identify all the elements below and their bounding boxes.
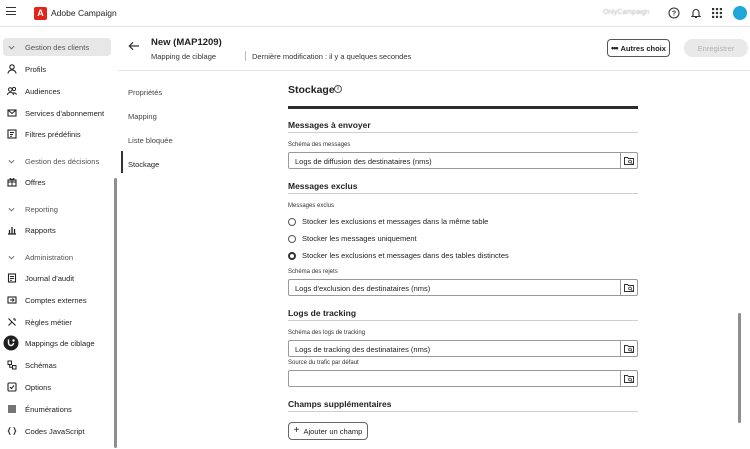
folder-picker-icon[interactable] — [620, 341, 637, 356]
sidebar-item-audiences[interactable]: Audiences — [0, 82, 114, 100]
external-accounts-icon — [7, 296, 17, 304]
chevron-down-icon — [8, 255, 15, 259]
notification-bell-icon[interactable] — [690, 7, 702, 19]
report-icon — [8, 227, 16, 235]
sidebar-item-business-rules[interactable]: Règles métier — [0, 313, 114, 331]
traffic-source-label: Source du trafic par défaut — [288, 360, 359, 366]
enumeration-icon — [8, 405, 16, 413]
page-type: Mapping de ciblage — [151, 52, 217, 61]
section-tracking-logs: Logs de tracking — [288, 308, 357, 318]
profile-icon — [7, 64, 17, 74]
add-field-button[interactable]: + Ajouter un champ — [288, 422, 368, 440]
rules-icon — [8, 318, 16, 326]
sidebar-item-reports[interactable]: Rapports — [0, 221, 114, 239]
chevron-down-icon — [8, 207, 15, 211]
apps-grid-icon[interactable] — [711, 7, 723, 19]
top-bar: A Adobe Campaign OnlyCampaign ? — [0, 0, 750, 27]
header-divider — [245, 51, 246, 61]
last-modified: Dernière modification : il y a quelques … — [252, 52, 412, 61]
section-divider — [288, 132, 638, 133]
active-tab-indicator — [121, 151, 123, 173]
targeting-icon — [3, 335, 19, 351]
message-schema-label: Schéma des messages — [288, 142, 351, 148]
audience-icon — [7, 86, 17, 96]
section-divider — [288, 411, 638, 412]
help-icon[interactable]: ? — [668, 7, 680, 19]
more-icon: ••• — [611, 43, 619, 53]
svg-text:?: ? — [672, 11, 676, 18]
tab-blocklist[interactable]: Liste bloquée — [128, 136, 173, 145]
sidebar-item-predefined-filters[interactable]: Filtres prédéfinis — [0, 125, 114, 143]
radio-same-table[interactable]: Stocker les exclusions et messages dans … — [288, 217, 488, 226]
menu-icon[interactable] — [6, 7, 16, 17]
chevron-down-icon — [8, 45, 15, 49]
options-icon — [7, 382, 17, 392]
schema-icon — [7, 360, 17, 370]
traffic-source-field[interactable] — [288, 370, 638, 387]
section-divider — [288, 320, 638, 321]
tracking-schema-field[interactable]: Logs de tracking des destinataires (nms) — [288, 340, 638, 357]
sidebar-item-options[interactable]: Options — [0, 378, 114, 396]
section-excluded-messages: Messages exclus — [288, 181, 358, 191]
message-schema-field[interactable]: Logs de diffusion des destinataires (nms… — [288, 152, 638, 169]
rejects-schema-label: Schéma des rejets — [288, 269, 338, 275]
sidebar-item-subscription-services[interactable]: Services d'abonnement — [0, 104, 114, 122]
more-options-button[interactable]: ••• Autres choix — [607, 39, 670, 57]
avatar[interactable] — [733, 6, 747, 20]
info-icon[interactable]: i — [334, 85, 342, 93]
header-divider-line — [118, 70, 750, 71]
sidebar-group-administration[interactable]: Administration — [0, 248, 114, 266]
radio-messages-only[interactable]: Stocker les messages uniquement — [288, 234, 417, 243]
radio-separate-tables[interactable]: Stocker les exclusions et messages dans … — [288, 251, 509, 260]
folder-picker-icon[interactable] — [620, 371, 637, 386]
sidebar-item-enumerations[interactable]: Énumérations — [0, 400, 114, 418]
org-switcher[interactable]: OnlyCampaign — [603, 9, 649, 16]
section-additional-fields: Champs supplémentaires — [288, 399, 392, 409]
page-title: New (MAP1209) — [151, 37, 222, 48]
tab-properties[interactable]: Propriétés — [128, 88, 162, 97]
audit-icon — [7, 273, 17, 283]
folder-picker-icon[interactable] — [620, 280, 637, 295]
form-title: Stockage — [288, 84, 335, 96]
sidebar-group-reporting[interactable]: Reporting — [0, 200, 114, 218]
sidebar-item-profiles[interactable]: Profils — [0, 60, 114, 78]
section-messages-to-send: Messages à envoyer — [288, 120, 371, 130]
rejects-schema-field[interactable]: Logs d'exclusion des destinataires (nms) — [288, 279, 638, 296]
tab-storage[interactable]: Stockage — [128, 160, 159, 169]
main-scrollbar[interactable] — [738, 313, 741, 423]
tab-mapping[interactable]: Mapping — [128, 112, 157, 121]
sidebar-item-targeting-mappings[interactable]: Mappings de ciblage — [0, 334, 114, 352]
radio-button-selected — [288, 251, 296, 260]
title-underline — [288, 106, 638, 109]
sidebar-item-offers[interactable]: Offres — [0, 173, 114, 191]
sidebar-item-schemas[interactable]: Schémas — [0, 356, 114, 374]
section-divider — [288, 193, 638, 194]
excluded-messages-label: Messages exclus — [288, 203, 335, 209]
offer-icon — [7, 177, 17, 187]
sidebar-group-decision-management[interactable]: Gestion des décisions — [0, 152, 114, 170]
sidebar-item-external-accounts[interactable]: Comptes externes — [0, 291, 114, 309]
filter-icon — [7, 129, 17, 139]
radio-button — [288, 217, 296, 226]
main-panel: New (MAP1209) Mapping de ciblage Dernièr… — [118, 28, 750, 449]
sidebar-item-audit-log[interactable]: Journal d'audit — [0, 269, 114, 287]
sidebar-group-customer-management[interactable]: Gestion des clients — [3, 38, 111, 56]
chevron-down-icon — [8, 159, 15, 163]
adobe-logo: A — [34, 7, 47, 20]
app-name: Adobe Campaign — [51, 8, 117, 18]
save-button[interactable]: Enregistrer — [684, 39, 748, 57]
sidebar-item-javascript-codes[interactable]: Codes JavaScript — [0, 422, 114, 440]
javascript-icon — [7, 426, 17, 436]
tracking-schema-label: Schéma des logs de tracking — [288, 330, 366, 336]
back-arrow-icon[interactable] — [128, 41, 140, 51]
subscription-icon — [7, 109, 17, 117]
radio-button — [288, 234, 296, 243]
sidebar-scrollbar[interactable] — [114, 178, 117, 448]
sidebar: Gestion des clients Profils Audiences Se… — [0, 28, 118, 449]
plus-icon: + — [293, 425, 300, 436]
folder-picker-icon[interactable] — [620, 153, 637, 168]
